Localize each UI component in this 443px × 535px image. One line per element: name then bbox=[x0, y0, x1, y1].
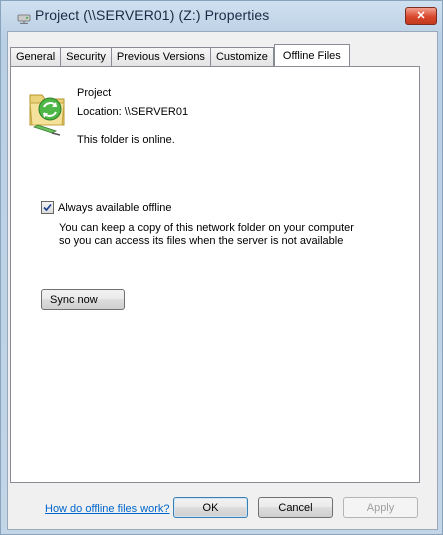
tab-general[interactable]: General bbox=[10, 47, 62, 66]
tab-previous-versions[interactable]: Previous Versions bbox=[110, 47, 211, 66]
tab-security[interactable]: Security bbox=[60, 47, 112, 66]
sync-now-button[interactable]: Sync now bbox=[41, 289, 125, 310]
tab-customize[interactable]: Customize bbox=[209, 47, 274, 66]
dialog-client-area: General Security Previous Versions Custo… bbox=[7, 31, 438, 530]
folder-name: Project bbox=[77, 87, 112, 99]
apply-button[interactable]: Apply bbox=[343, 497, 418, 518]
offline-description: You can keep a copy of this network fold… bbox=[59, 222, 399, 248]
offline-files-help-link[interactable]: How do offline files work? bbox=[45, 503, 170, 515]
offline-description-line-1: You can keep a copy of this network fold… bbox=[59, 222, 354, 234]
window-title: Project (\\SERVER01) (Z:) Properties bbox=[35, 7, 270, 23]
checkmark-icon bbox=[43, 203, 52, 212]
properties-window: Project (\\SERVER01) (Z:) Properties ✕ G… bbox=[0, 0, 443, 535]
close-button[interactable]: ✕ bbox=[405, 7, 437, 25]
always-available-offline-row[interactable]: Always available offline bbox=[41, 201, 172, 214]
close-icon: ✕ bbox=[416, 9, 426, 22]
offline-files-panel: Project Location: \\SERVER01 This folder… bbox=[10, 66, 420, 515]
ok-button[interactable]: OK bbox=[173, 497, 248, 518]
tab-offline-files[interactable]: Offline Files bbox=[273, 44, 350, 66]
title-bar[interactable]: Project (\\SERVER01) (Z:) Properties ✕ bbox=[1, 1, 442, 31]
cancel-button[interactable]: Cancel bbox=[258, 497, 333, 518]
tab-strip: General Security Previous Versions Custo… bbox=[10, 44, 350, 66]
folder-status: This folder is online. bbox=[77, 134, 175, 146]
always-available-offline-label: Always available offline bbox=[58, 201, 172, 214]
folder-location: Location: \\SERVER01 bbox=[77, 106, 189, 118]
always-available-offline-checkbox[interactable] bbox=[41, 201, 54, 214]
offline-folder-sync-icon bbox=[29, 94, 65, 136]
offline-description-line-2: so you can access its files when the ser… bbox=[59, 235, 344, 247]
network-drive-icon bbox=[17, 14, 31, 24]
